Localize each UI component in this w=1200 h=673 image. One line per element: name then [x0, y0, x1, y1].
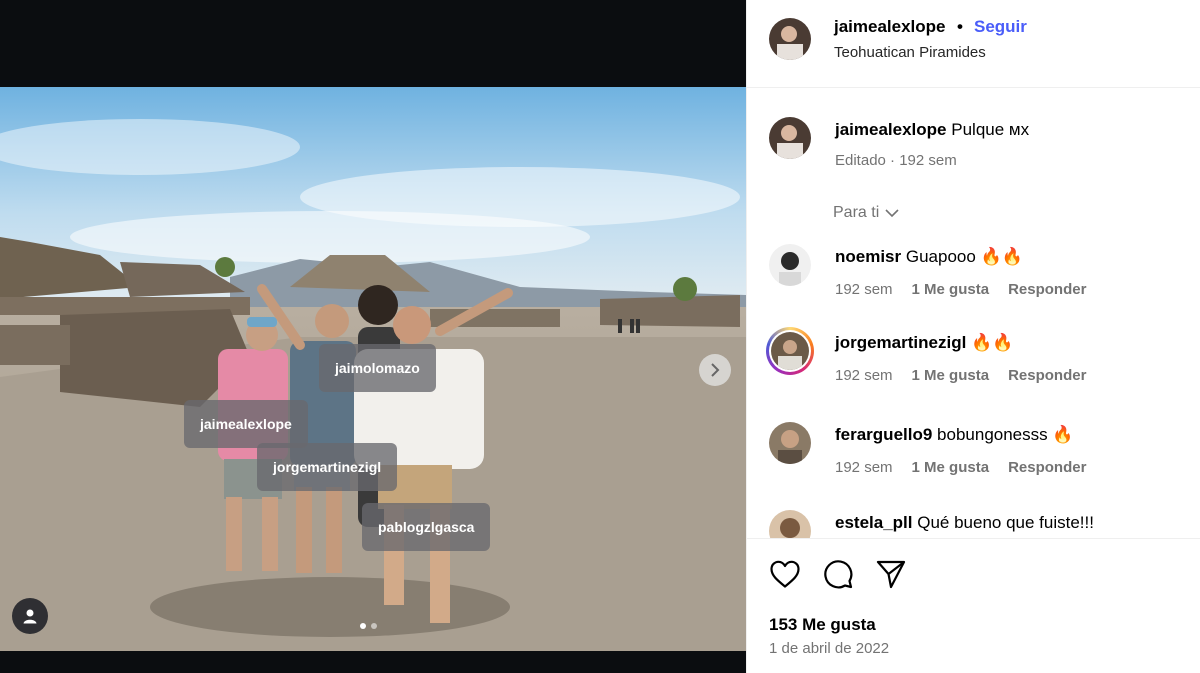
comment-text: 🔥🔥 [971, 333, 1014, 352]
carousel-indicator [360, 623, 377, 629]
carousel-dot [371, 623, 377, 629]
follow-button[interactable]: Seguir [974, 17, 1027, 37]
comment-text: bobungonesss 🔥 [937, 425, 1074, 444]
post-date[interactable]: 1 de abril de 2022 [769, 640, 889, 657]
post-sidebar: jaimealexlope • Seguir Teohuatican Piram… [746, 0, 1200, 673]
likes-count[interactable]: 153 Me gusta [769, 615, 876, 635]
comment-text: Guapooo 🔥🔥 [905, 247, 1023, 266]
story-ring[interactable] [766, 327, 814, 375]
avatar[interactable] [769, 510, 811, 538]
reply-button[interactable]: Responder [1008, 367, 1086, 384]
post-media: jaimolomazo jaimealexlope jorgemartinezi… [0, 0, 746, 673]
like-button[interactable] [768, 557, 802, 591]
post-modal: jaimolomazo jaimealexlope jorgemartinezi… [0, 0, 1200, 673]
comment-item: estela_pll Qué bueno que fuiste!!! [747, 507, 1200, 538]
comment-text-line: estela_pll Qué bueno que fuiste!!! [835, 513, 1094, 533]
user-icon [23, 609, 37, 624]
separator-dot: • [957, 17, 963, 36]
comment-likes[interactable]: 1 Me gusta [912, 281, 990, 298]
avatar[interactable] [769, 18, 811, 60]
comment-username[interactable]: ferarguello9 [835, 425, 932, 444]
photo-tag[interactable]: jaimolomazo [319, 344, 436, 392]
comment-text-line: noemisr Guapooo 🔥🔥 [835, 247, 1023, 267]
post-photo[interactable]: jaimolomazo jaimealexlope jorgemartinezi… [0, 87, 746, 651]
comment-meta: 192 sem 1 Me gusta Responder [835, 459, 1105, 476]
comment-username[interactable]: jorgemartinezigl [835, 333, 966, 352]
tagged-users-button[interactable] [12, 598, 48, 634]
carousel-dot-active [360, 623, 366, 629]
post-author-username[interactable]: jaimealexlope [834, 17, 946, 37]
comment-button[interactable] [821, 557, 855, 591]
caption-text: Pulque ᴍx [951, 120, 1030, 139]
comment-age: 192 sem [835, 281, 893, 298]
comment-meta: 192 sem 1 Me gusta Responder [835, 367, 1105, 384]
comment-age: 192 sem [835, 367, 893, 384]
comment-text-line: jorgemartinezigl 🔥🔥 [835, 333, 1013, 353]
comment-item: ferarguello9 bobungonesss 🔥 192 sem 1 Me… [747, 419, 1200, 499]
comment-bubble-icon [824, 560, 853, 589]
chevron-right-icon [711, 363, 720, 377]
photo-tag[interactable]: jorgemartinezigl [257, 443, 398, 491]
heart-icon [770, 560, 800, 588]
post-location[interactable]: Teohuatican Piramides [834, 44, 986, 61]
comment-username[interactable]: noemisr [835, 247, 901, 266]
caption-line: jaimealexlope Pulque ᴍx [835, 120, 1029, 140]
comment-item: noemisr Guapooo 🔥🔥 192 sem 1 Me gusta Re… [747, 241, 1200, 321]
caption-username[interactable]: jaimealexlope [835, 120, 947, 139]
next-photo-button[interactable] [699, 354, 731, 386]
comment-age: 192 sem [835, 459, 893, 476]
caption-meta: Editado · 192 sem [835, 152, 957, 169]
comment-item: jorgemartinezigl 🔥🔥 192 sem 1 Me gusta R… [747, 327, 1200, 407]
comment-text-line: ferarguello9 bobungonesss 🔥 [835, 425, 1074, 445]
avatar[interactable] [769, 117, 811, 159]
avatar [771, 332, 809, 370]
comments-list[interactable]: noemisr Guapooo 🔥🔥 192 sem 1 Me gusta Re… [747, 236, 1200, 538]
reply-button[interactable]: Responder [1008, 281, 1086, 298]
comment-meta: 192 sem 1 Me gusta Responder [835, 281, 1105, 298]
paper-plane-icon [876, 560, 906, 589]
post-actions: 153 Me gusta 1 de abril de 2022 [747, 538, 1200, 673]
reply-button[interactable]: Responder [1008, 459, 1086, 476]
photo-tag[interactable]: jaimealexlope [184, 400, 308, 448]
comment-likes[interactable]: 1 Me gusta [912, 459, 990, 476]
comment-likes[interactable]: 1 Me gusta [912, 367, 990, 384]
comment-username[interactable]: estela_pll [835, 513, 913, 532]
post-header: jaimealexlope • Seguir Teohuatican Piram… [747, 0, 1200, 88]
avatar[interactable] [769, 422, 811, 464]
photo-tag[interactable]: pablogzlgasca [362, 503, 491, 551]
share-button[interactable] [874, 557, 908, 591]
sort-label: Para ti [833, 204, 880, 221]
chevron-down-icon [885, 209, 899, 218]
comment-sort-dropdown[interactable]: Para ti [833, 204, 899, 222]
avatar[interactable] [769, 244, 811, 286]
comment-text: Qué bueno que fuiste!!! [917, 513, 1094, 532]
